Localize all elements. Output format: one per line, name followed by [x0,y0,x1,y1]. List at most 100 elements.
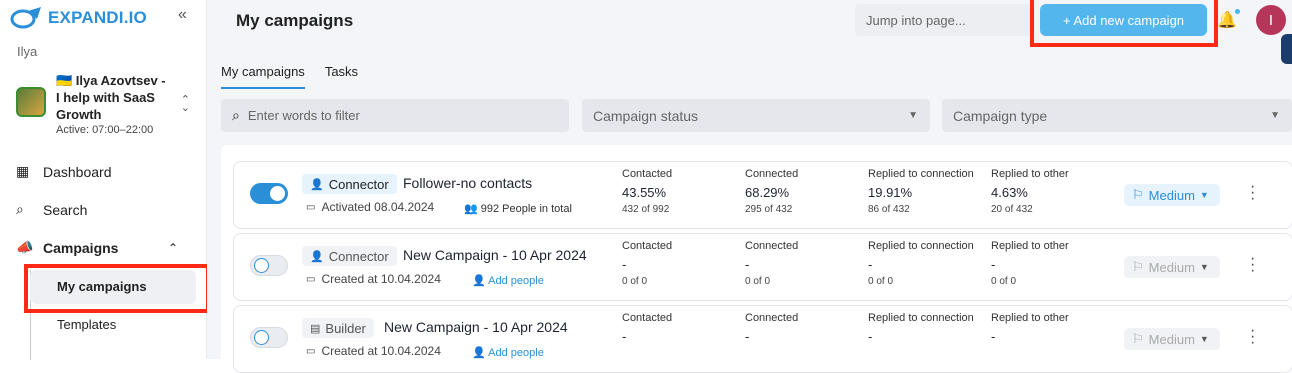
stat-contacted: Contacted 43.55% 432 of 992 [622,168,673,215]
sidebar: EXPANDI.IO « Ilya 🇺🇦 Ilya Azovtsev - I h… [0,0,210,360]
stat-connected: Connected -0 of 0 [745,240,799,287]
campaign-type-tag: 👤 Connector [302,246,397,266]
stat-replied-other: Replied to other -0 of 0 [991,240,1069,287]
campaign-status-label: Campaign status [593,107,699,124]
connector-icon: 👤 [310,250,324,263]
stat-replied-connection: Replied to connection -0 of 0 [868,240,974,287]
jump-into-page-input[interactable]: Jump into page... [855,4,1035,36]
megaphone-icon: 📣 [16,239,34,255]
stat-replied-other: Replied to other 4.63% 20 of 432 [991,168,1069,215]
people-icon: 👥 [464,203,478,215]
logo[interactable]: EXPANDI.IO [10,6,147,30]
more-options-icon[interactable]: · · · [1250,179,1255,207]
dashboard-icon: ▦ [16,163,30,179]
side-panel-tab[interactable] [1281,34,1292,64]
stat-replied-other: Replied to other - [991,312,1069,344]
workspace-name: Ilya [17,44,38,59]
highlight-add-campaign [1030,0,1218,47]
campaign-type-tag: ▤ Builder [302,318,374,338]
more-options-icon[interactable]: · · · [1250,251,1255,279]
add-people-link[interactable]: 👤 Add people [472,274,544,287]
nav-templates[interactable]: Templates [57,317,116,332]
brand-name: EXPANDI.IO [48,8,147,27]
campaign-type-label: Connector [328,248,389,264]
campaign-type-tag: 👤 Connector [302,174,397,194]
account-avatar [16,87,46,117]
flag-icon: ⚐ [1132,331,1144,346]
highlight-my-campaigns [24,264,210,313]
chevron-up-down-icon[interactable]: ⌃ ⌄ [181,95,190,114]
campaign-card[interactable]: 👤 Connector New Campaign - 10 Apr 2024 ▭… [233,233,1292,301]
more-options-icon[interactable]: · · · [1250,323,1255,351]
filter-placeholder: Enter words to filter [247,108,360,123]
campaign-type-label: Builder [325,320,366,336]
campaign-type-select[interactable]: Campaign type ▼ [942,99,1292,132]
chevron-up-icon: ⌃ [168,240,179,255]
campaign-type-label: Campaign type [953,107,1048,124]
stat-connected: Connected 68.29% 295 of 432 [745,168,799,215]
campaign-status-select[interactable]: Campaign status ▼ [582,99,930,132]
campaign-toggle[interactable] [250,255,288,276]
campaign-name[interactable]: New Campaign - 10 Apr 2024 [403,247,587,263]
campaign-name[interactable]: New Campaign - 10 Apr 2024 [384,319,568,335]
tab-my-campaigns[interactable]: My campaigns [221,64,305,89]
calendar-icon: ▭ [306,345,316,357]
nav-dashboard-label: Dashboard [43,163,112,180]
campaign-type-label: Connector [328,176,389,192]
flag-icon: ⚐ [1132,259,1144,274]
priority-select[interactable]: ⚐ Medium ▼ [1124,328,1220,350]
campaign-card[interactable]: ▤ Builder New Campaign - 10 Apr 2024 ▭ C… [233,305,1292,373]
search-icon: ⌕ [16,201,24,217]
account-name: 🇺🇦 Ilya Azovtsev - I help with SaaS Grow… [56,73,166,122]
bell-icon[interactable]: 🔔 [1217,10,1237,30]
account-switcher[interactable]: 🇺🇦 Ilya Azovtsev - I help with SaaS Grow… [16,70,196,142]
chevron-down-icon: ▼ [1199,334,1209,344]
tab-tasks[interactable]: Tasks [325,64,358,89]
filter-search-input[interactable]: ⌕ Enter words to filter [221,99,569,132]
builder-icon: ▤ [310,322,321,335]
stat-contacted: Contacted - [622,312,673,344]
priority-select[interactable]: ⚐ Medium ▼ [1124,256,1220,278]
calendar-icon: ▭ [306,201,316,213]
stat-contacted: Contacted -0 of 0 [622,240,673,287]
priority-select[interactable]: ⚐ Medium ▼ [1124,184,1220,206]
campaign-list: 👤 Connector Follower-no contacts ▭ Activ… [221,145,1292,373]
campaign-toggle[interactable] [250,327,288,348]
account-status: Active: 07:00–22:00 [56,124,154,136]
stat-replied-connection: Replied to connection 19.91% 86 of 432 [868,168,974,215]
campaign-date-label: Activated 08.04.2024 [321,200,435,214]
stat-connected: Connected - [745,312,799,344]
connector-icon: 👤 [310,178,324,191]
campaign-date-label: Created at 10.04.2024 [321,344,441,358]
nav-search-label: Search [43,201,88,218]
search-icon: ⌕ [232,107,240,123]
chevron-down-icon: ▼ [1270,110,1280,121]
campaign-card[interactable]: 👤 Connector Follower-no contacts ▭ Activ… [233,161,1292,229]
calendar-icon: ▭ [306,273,316,285]
page-title: My campaigns [236,11,354,30]
user-avatar[interactable]: I [1256,5,1286,35]
main-content: My campaigns Jump into page... + Add new… [207,0,1292,373]
chevron-down-icon: ▼ [1199,190,1209,200]
rocket-logo-icon [10,7,41,29]
chevron-down-icon: ▼ [908,110,918,121]
people-total-label: 992 People in total [480,203,572,215]
campaign-name[interactable]: Follower-no contacts [403,175,532,191]
tabs: My campaigns Tasks [221,64,378,89]
stat-replied-connection: Replied to connection - [868,312,974,344]
campaign-toggle[interactable] [250,183,288,204]
campaign-date-label: Created at 10.04.2024 [321,272,441,286]
add-people-link[interactable]: 👤 Add people [472,346,544,359]
collapse-sidebar-icon[interactable]: « [178,6,187,24]
nav-campaigns-label: Campaigns [43,239,119,256]
notification-dot [1235,9,1240,14]
person-add-icon: 👤 [472,275,486,287]
campaign-date: ▭ Created at 10.04.2024 [306,272,441,286]
nav-search[interactable]: ⌕ Search [16,201,87,218]
campaign-date: ▭ Created at 10.04.2024 [306,344,441,358]
flag-icon: ⚐ [1132,187,1144,202]
chevron-down-icon: ▼ [1199,262,1209,272]
campaign-date: ▭ Activated 08.04.2024 [306,200,434,214]
nav-campaigns[interactable]: 📣 Campaigns ⌃ [16,239,186,256]
nav-dashboard[interactable]: ▦ Dashboard [16,163,112,180]
